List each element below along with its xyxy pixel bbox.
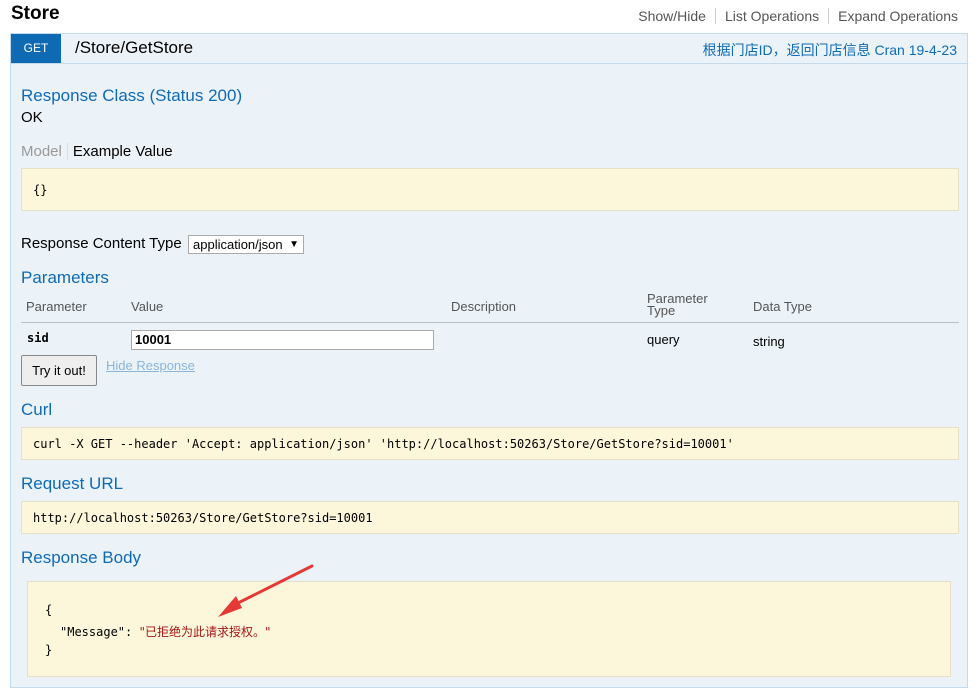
column-parameter-type: Parameter Type [647,291,708,318]
json-value: "已拒绝为此请求授权。" [139,625,271,639]
column-data-type: Data Type [753,299,813,314]
parameters-heading: Parameters [21,268,109,287]
resource-title[interactable]: Store [11,3,60,25]
operation-panel: GET /Store/GetStore 根据门店ID，返回门店信息 Cran 1… [10,33,968,688]
param-value-input[interactable]: 10001 [131,330,434,350]
request-url-box: http://localhost:50263/Store/GetStore?si… [21,501,959,534]
model-tab[interactable]: Model [21,143,68,160]
show-hide-link[interactable]: Show/Hide [629,8,715,24]
curl-box: curl -X GET --header 'Accept: applicatio… [21,427,959,460]
response-body-heading: Response Body [21,548,142,567]
request-url-heading: Request URL [21,474,124,493]
list-operations-link[interactable]: List Operations [714,8,828,24]
response-body-box: { "Message": "已拒绝为此请求授权。" } [27,581,951,677]
operation-summary[interactable]: 根据门店ID，返回门店信息 Cran 19-4-23 [703,40,957,60]
response-class-value: OK [21,109,43,126]
model-tabs: Model Example Value [21,143,173,160]
json-key: "Message" [60,625,126,639]
param-name: sid [27,331,49,345]
expand-operations-link[interactable]: Expand Operations [828,8,958,24]
http-method-badge[interactable]: GET [11,34,61,63]
json-colon: : [125,625,140,639]
resource-header: Store Show/Hide List Operations Expand O… [0,0,976,34]
request-url-text[interactable]: http://localhost:50263/Store/GetStore?si… [33,511,373,525]
content-type-selected: application/json [193,237,283,252]
json-line: "Message": "已拒绝为此请求授权。" [60,623,271,640]
curl-heading: Curl [21,400,53,419]
column-description: Description [451,299,517,314]
example-value-tab[interactable]: Example Value [68,143,173,160]
table-divider [21,322,959,323]
param-data-type: string [753,334,785,349]
example-value-box: {} [21,168,959,211]
resource-links: Show/Hide List Operations Expand Operati… [629,8,958,24]
content-type-label: Response Content Type [21,235,182,252]
try-it-out-button[interactable]: Try it out! [21,355,97,386]
column-value: Value [131,299,164,314]
operation-path[interactable]: /Store/GetStore [75,38,193,58]
example-value-text: {} [33,183,48,197]
column-parameter: Parameter [26,299,87,314]
operation-header[interactable]: GET /Store/GetStore 根据门店ID，返回门店信息 Cran 1… [11,34,967,64]
json-open-brace: { [45,603,53,617]
content-type-select[interactable]: application/json ▼ [188,235,304,254]
chevron-down-icon: ▼ [289,239,299,250]
param-type: query [647,332,680,347]
hide-response-link[interactable]: Hide Response [106,358,195,373]
json-close-brace: } [45,643,53,657]
curl-command[interactable]: curl -X GET --header 'Accept: applicatio… [33,437,734,451]
response-class-heading: Response Class (Status 200) [21,86,243,105]
